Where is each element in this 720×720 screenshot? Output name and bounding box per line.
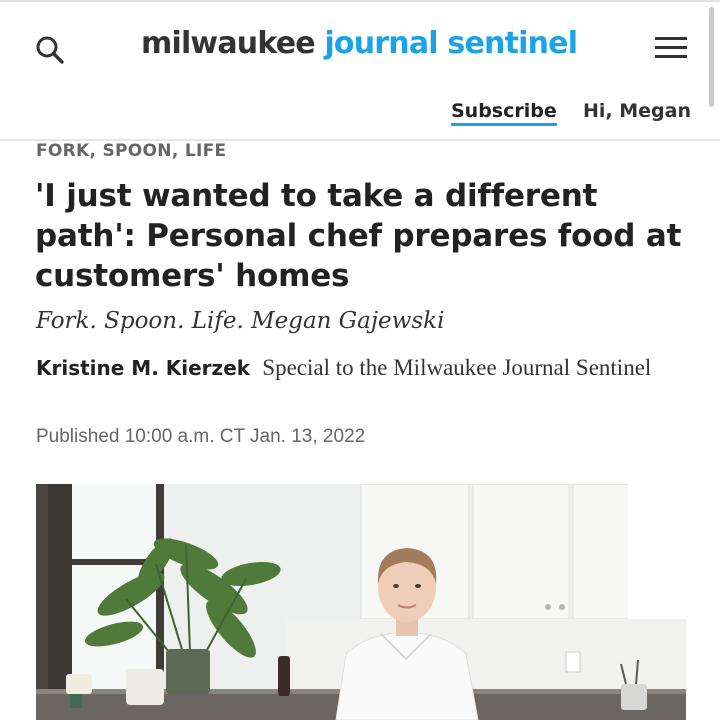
- search-icon: [36, 36, 64, 64]
- article-deck: Fork. Spoon. Life. Megan Gajewski: [36, 308, 445, 334]
- hamburger-menu-icon: [652, 37, 690, 58]
- user-greeting[interactable]: Hi, Megan: [583, 100, 691, 122]
- article-photo[interactable]: [36, 484, 686, 720]
- subscribe-link[interactable]: Subscribe: [451, 100, 557, 126]
- section-label[interactable]: FORK, SPOON, LIFE: [36, 141, 226, 161]
- author-affiliation: Special to the Milwaukee Journal Sentine…: [262, 355, 652, 380]
- photo-illustration: [36, 484, 686, 720]
- logo-text-primary: milwaukee: [141, 26, 316, 61]
- search-button[interactable]: [30, 30, 70, 70]
- author-name[interactable]: Kristine M. Kierzek: [36, 356, 250, 380]
- logo-text-secondary: journal sentinel: [324, 26, 578, 61]
- site-header: milwaukee journal sentinel Subscribe Hi,…: [0, 2, 720, 141]
- menu-button[interactable]: [652, 32, 690, 66]
- published-date: Published 10:00 a.m. CT Jan. 13, 2022: [36, 426, 366, 447]
- site-logo[interactable]: milwaukee journal sentinel: [141, 26, 578, 61]
- article-headline: 'I just wanted to take a different path'…: [35, 178, 682, 294]
- byline: Kristine M. Kierzek Special to the Milwa…: [36, 353, 676, 383]
- scrollbar-thumb[interactable]: [709, 7, 714, 107]
